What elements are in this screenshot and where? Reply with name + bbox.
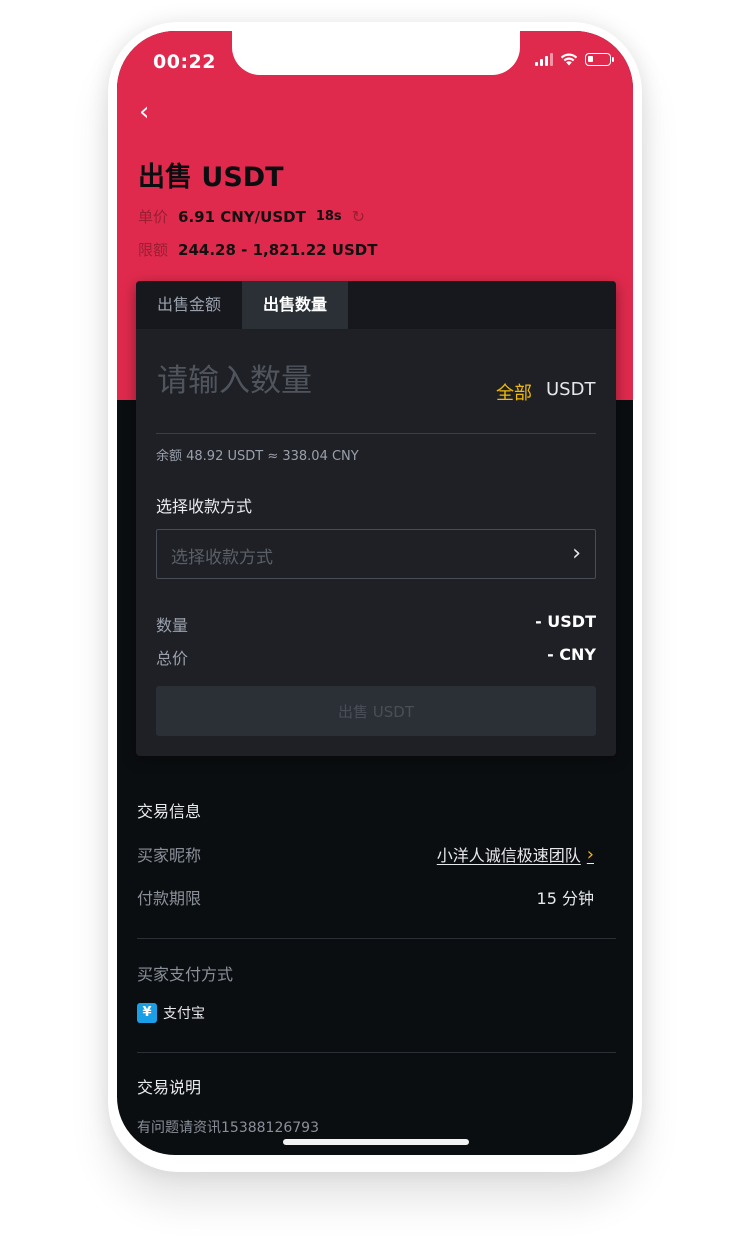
trade-desc-text: 有问题请资讯15388126793 bbox=[137, 1120, 319, 1136]
quantity-input[interactable] bbox=[157, 363, 477, 399]
limit-value: 244.28 - 1,821.22 USDT bbox=[178, 240, 378, 259]
status-icons bbox=[535, 53, 614, 66]
sell-button[interactable]: 出售 USDT bbox=[156, 686, 596, 736]
summary-total-label: 总价 bbox=[156, 649, 189, 668]
summary-quantity-value: - USDT bbox=[535, 612, 596, 631]
summary-total-row: 总价 - CNY bbox=[156, 645, 596, 669]
wifi-icon bbox=[560, 53, 578, 66]
payment-method-select[interactable]: 选择收款方式 › bbox=[156, 529, 596, 579]
buyer-payment-title: 买家支付方式 bbox=[137, 965, 234, 984]
battery-icon bbox=[585, 53, 614, 66]
order-card: 出售金额 出售数量 全部 USDT 余额 48.92 USDT ≈ 338.04… bbox=[136, 281, 616, 756]
status-time: 00:22 bbox=[153, 51, 216, 73]
device-notch bbox=[232, 31, 520, 75]
buyer-nickname-label: 买家昵称 bbox=[137, 846, 202, 865]
page-title: 出售 USDT bbox=[138, 162, 284, 193]
chevron-right-icon: › bbox=[586, 843, 594, 865]
unit-label: USDT bbox=[546, 379, 596, 400]
home-indicator[interactable] bbox=[283, 1139, 469, 1145]
buyer-nickname-link[interactable]: 小洋人诚信极速团队 › bbox=[437, 842, 594, 866]
trade-desc-title: 交易说明 bbox=[137, 1078, 202, 1097]
tab-sell-quantity[interactable]: 出售数量 bbox=[242, 281, 349, 329]
all-button[interactable]: 全部 bbox=[496, 379, 532, 405]
app-screen: 00:22 ‹ 出售 USDT 单价 6.91 CNY/USDT 18s ↻ 限… bbox=[117, 31, 633, 1155]
unit-price-label: 单价 bbox=[138, 208, 169, 226]
summary-total-value: - CNY bbox=[547, 645, 596, 664]
buyer-nickname-row: 买家昵称 小洋人诚信极速团队 › bbox=[137, 842, 594, 866]
alipay-method: ¥ 支付宝 bbox=[137, 1003, 205, 1023]
signal-icon bbox=[535, 53, 553, 66]
payment-term-row: 付款期限 15 分钟 bbox=[137, 885, 594, 909]
alipay-icon: ¥ bbox=[137, 1003, 157, 1023]
summary-quantity-label: 数量 bbox=[156, 616, 189, 635]
alipay-label: 支付宝 bbox=[163, 1006, 205, 1022]
summary-quantity-row: 数量 - USDT bbox=[156, 612, 596, 636]
section-divider bbox=[137, 1052, 616, 1053]
unit-price-value: 6.91 CNY/USDT bbox=[178, 207, 306, 226]
input-divider bbox=[156, 433, 596, 434]
payment-method-title: 选择收款方式 bbox=[156, 497, 253, 516]
payment-term-label: 付款期限 bbox=[137, 889, 202, 908]
limit-row: 限额 244.28 - 1,821.22 USDT bbox=[138, 239, 377, 260]
refresh-timer: 18s bbox=[315, 209, 342, 224]
refresh-icon[interactable]: ↻ bbox=[352, 207, 365, 226]
back-button[interactable]: ‹ bbox=[139, 99, 149, 125]
payment-term-value: 15 分钟 bbox=[536, 889, 594, 908]
trade-info-title: 交易信息 bbox=[137, 802, 202, 821]
payment-method-placeholder: 选择收款方式 bbox=[171, 548, 273, 568]
buyer-nickname-value: 小洋人诚信极速团队 bbox=[436, 846, 581, 865]
limit-label: 限额 bbox=[138, 241, 169, 259]
section-divider bbox=[137, 938, 616, 939]
tab-bar: 出售金额 出售数量 bbox=[136, 281, 616, 329]
unit-price-row: 单价 6.91 CNY/USDT 18s ↻ bbox=[138, 206, 365, 227]
balance-text: 余额 48.92 USDT ≈ 338.04 CNY bbox=[156, 449, 359, 464]
tab-sell-amount[interactable]: 出售金额 bbox=[136, 281, 242, 329]
chevron-right-icon: › bbox=[572, 541, 581, 566]
